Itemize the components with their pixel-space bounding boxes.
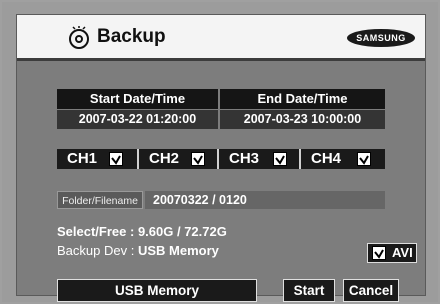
end-datetime-value[interactable]: 2007-03-23 10:00:00	[220, 110, 385, 129]
end-datetime-label: End Date/Time	[220, 89, 385, 109]
backup-dialog: Backup SAMSUNG Start Date/Time End Date/…	[16, 14, 426, 302]
channel-label: CH2	[149, 150, 180, 167]
check-icon	[193, 155, 203, 165]
start-datetime-value[interactable]: 2007-03-22 01:20:00	[57, 110, 218, 129]
start-datetime-label: Start Date/Time	[57, 89, 218, 109]
ch2-checkbox[interactable]	[191, 152, 205, 166]
ch1-checkbox[interactable]	[109, 152, 123, 166]
backup-dialog-frame: Backup SAMSUNG Start Date/Time End Date/…	[0, 0, 440, 304]
check-icon	[374, 249, 384, 259]
avi-checkbox[interactable]	[372, 246, 386, 260]
check-icon	[275, 155, 285, 165]
ch3-checkbox[interactable]	[273, 152, 287, 166]
check-icon	[111, 155, 121, 165]
folder-filename-label: Folder/Filename	[57, 191, 143, 209]
backup-dev-label: Backup Dev :	[57, 243, 135, 258]
backup-device-button[interactable]: USB Memory	[57, 279, 257, 302]
channel-ch4[interactable]: CH4	[301, 149, 385, 169]
cancel-button[interactable]: Cancel	[343, 279, 399, 302]
folder-filename-field[interactable]: 20070322 / 0120	[145, 191, 385, 209]
backup-content: Start Date/Time End Date/Time 2007-03-22…	[17, 61, 425, 302]
avi-toggle[interactable]: AVI	[367, 243, 417, 263]
backup-dev-row: Backup Dev : USB Memory	[57, 243, 219, 258]
samsung-logo: SAMSUNG	[347, 29, 415, 47]
page-title: Backup	[97, 26, 166, 47]
channel-label: CH4	[311, 150, 342, 167]
select-free-label: Select/Free :	[57, 224, 135, 239]
channel-label: CH3	[229, 150, 260, 167]
start-button[interactable]: Start	[283, 279, 335, 302]
channel-ch2[interactable]: CH2	[139, 149, 217, 169]
check-icon	[359, 155, 369, 165]
backup-disc-icon	[69, 26, 89, 49]
channel-ch1[interactable]: CH1	[57, 149, 137, 169]
select-free-row: Select/Free : 9.60G / 72.72G	[57, 224, 227, 239]
backup-dev-value: USB Memory	[137, 243, 219, 258]
channel-ch3[interactable]: CH3	[219, 149, 299, 169]
select-free-value: 9.60G / 72.72G	[137, 224, 227, 239]
avi-label: AVI	[392, 245, 413, 260]
ch4-checkbox[interactable]	[357, 152, 371, 166]
title-bar: Backup SAMSUNG	[17, 15, 425, 61]
channel-label: CH1	[67, 150, 98, 167]
